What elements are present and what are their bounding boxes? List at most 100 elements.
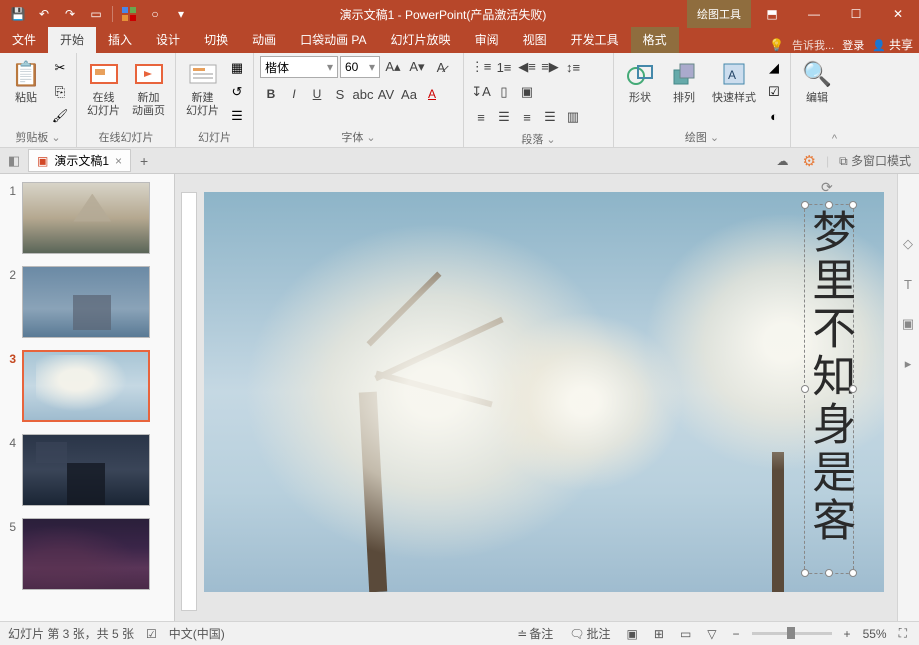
shapes-button[interactable]: 形状 [620, 56, 660, 128]
normal-view-icon[interactable]: ▣ [623, 627, 642, 641]
menu-home[interactable]: 开始 [48, 27, 96, 53]
sp-format-icon[interactable]: ◇ [898, 234, 918, 254]
edit-button[interactable]: 🔍 编辑 [797, 56, 837, 132]
close-tab-icon[interactable]: × [115, 154, 122, 168]
fit-window-icon[interactable]: ⛶ [895, 626, 911, 641]
shape-fill-icon[interactable]: ◢ [764, 58, 784, 78]
paragraph-group[interactable]: 段落 [470, 130, 607, 148]
nav-pane-icon[interactable]: ◧ [4, 151, 24, 171]
resize-handle[interactable] [849, 385, 857, 393]
slide-counter[interactable]: 幻灯片 第 3 张，共 5 张 [8, 625, 134, 642]
increase-font-icon[interactable]: A▴ [382, 56, 404, 78]
italic-icon[interactable]: I [283, 83, 305, 105]
resize-handle[interactable] [825, 201, 833, 209]
spell-check-icon[interactable]: ☑ [146, 627, 157, 641]
sp-collapse-icon[interactable]: ▸ [898, 354, 918, 374]
quick-style-button[interactable]: A 快速样式 [708, 56, 760, 128]
clipboard-group-label[interactable]: 剪贴板 [6, 128, 70, 146]
zoom-level[interactable]: 55% [863, 627, 887, 641]
tell-me[interactable]: 告诉我... [792, 37, 834, 53]
resize-handle[interactable] [825, 569, 833, 577]
slide[interactable]: ⟳ 梦里不知身是客 [204, 192, 884, 592]
columns-icon[interactable]: ▥ [562, 106, 584, 128]
minimize-icon[interactable]: — [793, 0, 835, 28]
language-label[interactable]: 中文(中国) [169, 625, 225, 642]
reading-view-icon[interactable]: ▭ [676, 627, 695, 641]
online-slide-button[interactable]: 在线 幻灯片 [83, 56, 124, 128]
zoom-in-icon[interactable]: + [840, 627, 855, 641]
char-spacing-icon[interactable]: AV [375, 83, 397, 105]
indent-inc-icon[interactable]: ≡▶ [539, 56, 561, 78]
justify-icon[interactable]: ☰ [539, 106, 561, 128]
menu-pocket[interactable]: 口袋动画 PA [288, 27, 378, 53]
text-direction-icon[interactable]: ↧A [470, 81, 492, 103]
layout-icon[interactable]: ▦ [227, 58, 247, 78]
paste-button[interactable]: 📋 粘贴 [6, 56, 46, 128]
undo-icon[interactable]: ↶ [32, 2, 56, 26]
save-icon[interactable]: 💾 [6, 2, 30, 26]
strikethrough-icon[interactable]: S [329, 83, 351, 105]
font-size-input[interactable]: 60▾ [340, 56, 380, 78]
redo-icon[interactable]: ↷ [58, 2, 82, 26]
document-tab[interactable]: ▣ 演示文稿1 × [28, 149, 131, 172]
format-painter-icon[interactable]: 🖌 [50, 106, 70, 126]
share-button[interactable]: 👤 共享 [872, 36, 913, 53]
multi-window-button[interactable]: ⧉ 多窗口模式 [835, 150, 915, 171]
menu-file[interactable]: 文件 [0, 27, 48, 53]
menu-developer[interactable]: 开发工具 [559, 27, 631, 53]
menu-slideshow[interactable]: 幻灯片放映 [379, 27, 463, 53]
add-tab-icon[interactable]: + [135, 152, 153, 170]
align-left-icon[interactable]: ≡ [470, 106, 492, 128]
notes-button[interactable]: ≐ 备注 [513, 625, 557, 642]
zoom-slider[interactable] [752, 632, 832, 635]
reset-icon[interactable]: ↺ [227, 82, 247, 102]
indent-dec-icon[interactable]: ◀≡ [516, 56, 538, 78]
menu-view[interactable]: 视图 [511, 27, 559, 53]
clear-format-icon[interactable]: A̷ [430, 56, 452, 78]
comments-button[interactable]: 🗨 批注 [565, 625, 614, 642]
menu-transition[interactable]: 切换 [192, 27, 240, 53]
menu-review[interactable]: 审阅 [463, 27, 511, 53]
numbering-icon[interactable]: 1≡ [493, 56, 515, 78]
slide-canvas[interactable]: ⟳ 梦里不知身是客 [175, 174, 897, 621]
slideshow-from-start-icon[interactable]: ▭ [84, 2, 108, 26]
decrease-font-icon[interactable]: A▾ [406, 56, 428, 78]
align-right-icon[interactable]: ≡ [516, 106, 538, 128]
text-box[interactable]: ⟳ 梦里不知身是客 [804, 204, 854, 574]
sorter-view-icon[interactable]: ⊞ [650, 627, 668, 641]
bold-icon[interactable]: B [260, 83, 282, 105]
close-icon[interactable]: ✕ [877, 0, 919, 28]
draw-group[interactable]: 绘图 [620, 128, 784, 146]
cloud-icon[interactable]: ☁ [773, 152, 793, 170]
dropdown-icon[interactable]: ▾ [169, 2, 193, 26]
arrange-button[interactable]: 排列 [664, 56, 704, 128]
menu-design[interactable]: 设计 [144, 27, 192, 53]
circle-icon[interactable]: ○ [143, 2, 167, 26]
section-icon[interactable]: ☰ [227, 106, 247, 126]
shadow-icon[interactable]: abc [352, 83, 374, 105]
login-button[interactable]: 登录 [842, 37, 864, 53]
change-case-icon[interactable]: Aa [398, 83, 420, 105]
thumbnail-4[interactable]: 4 [4, 434, 170, 506]
font-color-icon[interactable]: A [421, 83, 443, 105]
rotate-handle-icon[interactable]: ⟳ [821, 179, 837, 195]
font-name-input[interactable]: 楷体▾ [260, 56, 338, 78]
bullets-icon[interactable]: ⋮≡ [470, 56, 492, 78]
thumbnail-2[interactable]: 2 [4, 266, 170, 338]
cut-icon[interactable]: ✂ [50, 58, 70, 78]
sp-textbox-icon[interactable]: T [898, 274, 918, 294]
gear-icon[interactable]: ⚙ [799, 150, 820, 172]
resize-handle[interactable] [801, 385, 809, 393]
menu-format[interactable]: 格式 [631, 27, 679, 53]
slideshow-view-icon[interactable]: ▽ [703, 627, 720, 641]
smartart-icon[interactable]: ▣ [516, 81, 538, 103]
thumbnail-1[interactable]: 1 [4, 182, 170, 254]
new-slide-button[interactable]: 新建 幻灯片 [182, 56, 223, 128]
thumbnail-3[interactable]: 3 [4, 350, 170, 422]
app-switcher-icon[interactable] [117, 2, 141, 26]
maximize-icon[interactable]: ☐ [835, 0, 877, 28]
resize-handle[interactable] [849, 569, 857, 577]
zoom-out-icon[interactable]: − [729, 627, 744, 641]
shape-outline-icon[interactable]: ☑ [764, 82, 784, 102]
underline-icon[interactable]: U [306, 83, 328, 105]
